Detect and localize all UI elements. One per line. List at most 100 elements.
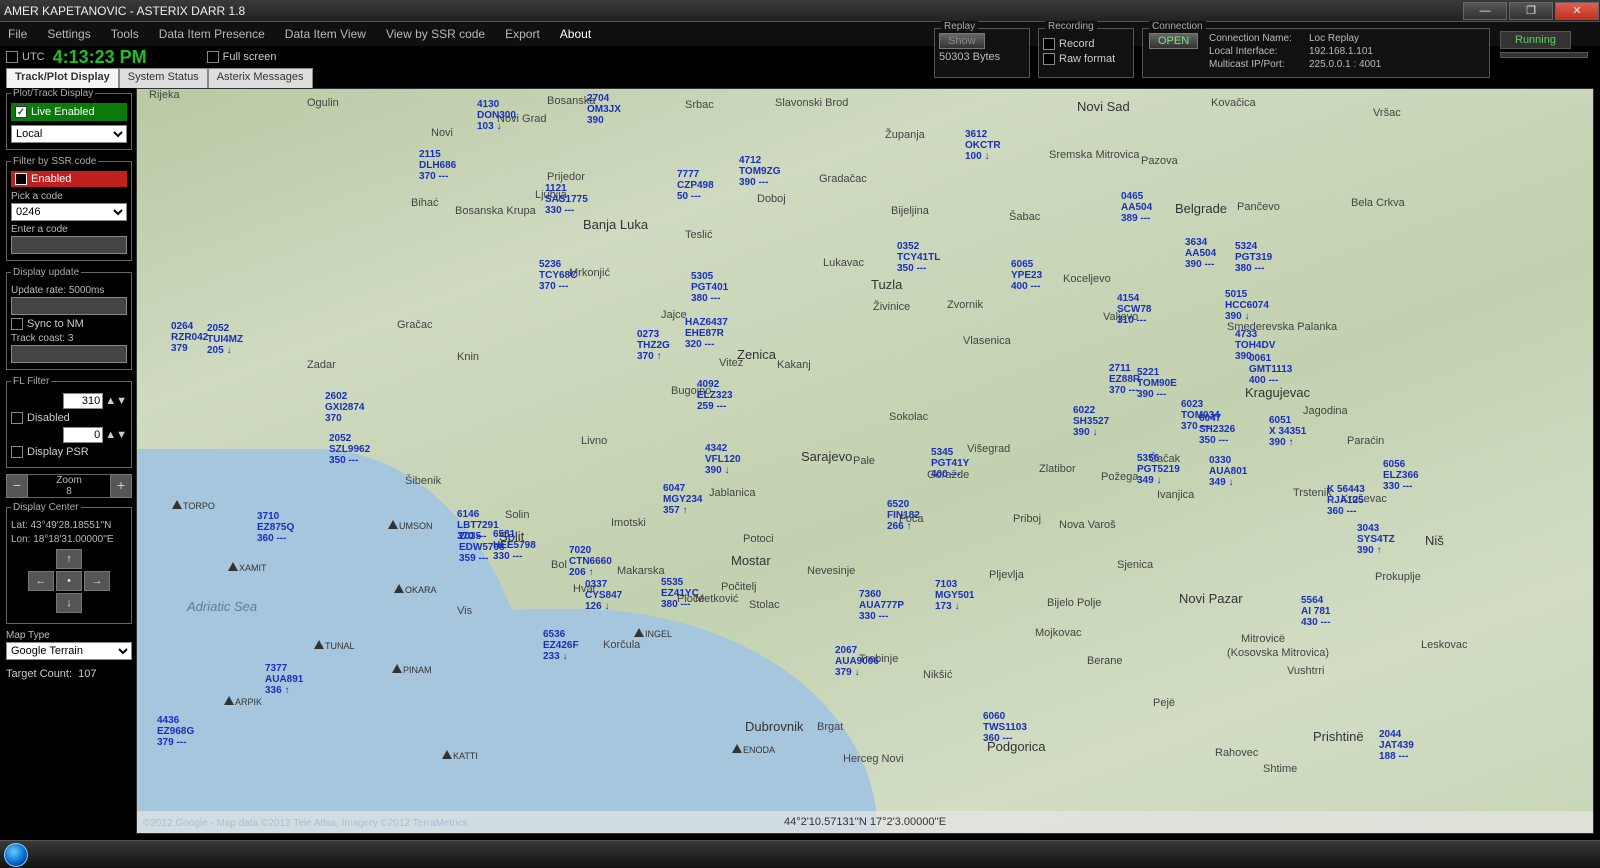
tab-asterix-messages[interactable]: Asterix Messages [208,68,313,88]
track-label[interactable]: 7377AUA891336 ↑ [265,663,303,696]
ssr-enabled-checkbox[interactable] [15,173,27,185]
start-orb-icon[interactable] [4,843,28,867]
display-psr-checkbox[interactable] [11,446,23,458]
map-canvas[interactable]: Adriatic Sea RijekaOgulinNovi GradBosans… [136,88,1594,834]
track-label[interactable]: 6520FIN182266 ↑ [887,499,920,532]
menu-tools[interactable]: Tools [111,27,139,41]
track-label[interactable]: 1121SAS1775330 --- [545,183,588,216]
track-label[interactable]: 6581HEE5798330 --- [493,529,536,562]
track-label[interactable]: 3634AA504390 --- [1185,237,1216,270]
fullscreen-checkbox[interactable] [207,51,219,63]
menu-file[interactable]: File [8,27,27,41]
track-label[interactable]: HAZ6437EHE87R320 --- [685,317,728,350]
close-button[interactable]: ✕ [1555,2,1599,20]
city-label: Metković [695,593,738,605]
track-label[interactable]: 2602GXI2874370 [325,391,364,424]
tab-track-plot[interactable]: Track/Plot Display [6,68,119,88]
open-button[interactable]: OPEN [1149,33,1198,49]
track-label[interactable]: 5535EZ41YC380 --- [661,577,699,610]
track-label[interactable]: 0061GMT1113400 --- [1249,353,1292,386]
track-label[interactable]: 7020CTN6660206 ↑ [569,545,612,578]
track-label[interactable]: 7103MGY501173 ↓ [935,579,974,612]
track-label[interactable]: 4130DON300103 ↓ [477,99,516,132]
menu-export[interactable]: Export [505,27,540,41]
track-label[interactable]: 3043SYS4TZ390 ↑ [1357,523,1395,556]
track-label[interactable]: 3710EZ875Q360 --- [257,511,294,544]
track-label[interactable]: 0337CYS847126 ↓ [585,579,622,612]
live-enabled-row[interactable]: ✓ Live Enabled [11,103,127,121]
track-label[interactable]: 4436EZ968G379 --- [157,715,194,748]
zoom-out-button[interactable]: − [6,474,28,498]
track-label[interactable]: 5345PGT41Y400 --- [931,447,969,480]
update-rate-input[interactable] [11,297,127,315]
track-label[interactable]: 6060TWS1103360 --- [983,711,1027,744]
source-select[interactable]: Local [11,125,127,143]
fl-high-input[interactable] [63,393,103,409]
track-label[interactable]: 6047MGY234357 ↑ [663,483,702,516]
track-label[interactable]: 2704OM3JX390 [587,93,621,126]
track-label[interactable]: 6022SH3527390 ↓ [1073,405,1109,438]
track-label[interactable]: 5221TOM90E390 --- [1137,367,1177,400]
menu-view-ssr[interactable]: View by SSR code [386,27,485,41]
track-label[interactable]: 5305PGT401380 --- [691,271,728,304]
fl-low-input[interactable] [63,427,103,443]
track-label[interactable]: 2044JAT439188 --- [1379,729,1414,762]
ssr-pick-label: Pick a code [11,191,127,202]
track-label[interactable]: 2711EZ88R370 --- [1109,363,1140,396]
rawformat-checkbox[interactable] [1043,53,1055,65]
track-label[interactable]: K 56443RJA125360 --- [1327,484,1365,517]
nav-down-button[interactable]: ↓ [56,593,82,613]
track-label[interactable]: 4092ELZ323259 --- [697,379,733,412]
track-label[interactable]: 0273THZ2G370 ↑ [637,329,670,362]
fl-disabled-checkbox[interactable] [11,412,23,424]
ssr-code-input[interactable] [11,236,127,254]
track-label[interactable]: 6047SH2326350 --- [1199,413,1235,446]
track-label[interactable]: 2115DLH686370 --- [419,149,456,182]
tab-system-status[interactable]: System Status [119,68,208,88]
minimize-button[interactable]: — [1463,2,1507,20]
nav-up-button[interactable]: ↑ [56,549,82,569]
track-label[interactable]: 6065YPE23400 --- [1011,259,1042,292]
track-label[interactable]: 2052SZL9962350 --- [329,433,370,466]
track-label[interactable]: 6536EZ426F233 ↓ [543,629,579,662]
ssr-code-select[interactable]: 0246 [11,203,127,221]
track-label[interactable]: 4154SCW78310 --- [1117,293,1151,326]
track-label[interactable]: 0465AA504389 --- [1121,191,1152,224]
record-checkbox[interactable] [1043,38,1055,50]
track-label[interactable]: 5564AI 781430 --- [1301,595,1330,628]
track-label[interactable]: 7777CZP49850 --- [677,169,714,202]
track-label[interactable]: 4712TOM9ZG390 --- [739,155,780,188]
ssr-enabled-row[interactable]: Enabled [11,171,127,187]
track-label[interactable]: 0352TCY41TL350 --- [897,241,940,274]
track-label[interactable]: 3612OKCTR100 ↓ [965,129,1001,162]
track-coast-input[interactable] [11,345,127,363]
utc-checkbox[interactable] [6,51,18,63]
track-label[interactable]: 5015HCC6074390 ↓ [1225,289,1269,322]
track-label[interactable]: 2067AUA9006379 ↓ [835,645,879,678]
city-label: Dubrovnik [745,719,804,734]
nav-center-button[interactable]: • [56,571,82,591]
nav-left-button[interactable]: ← [28,571,54,591]
menu-data-item-presence[interactable]: Data Item Presence [159,27,265,41]
maximize-button[interactable]: ❐ [1509,2,1553,20]
track-label[interactable]: 4342VFL120390 ↓ [705,443,741,476]
maptype-select[interactable]: Google Terrain [6,642,132,660]
menu-about[interactable]: About [560,27,591,41]
city-label: Berane [1087,655,1122,667]
track-label[interactable]: 5324PGT319380 --- [1235,241,1272,274]
replay-show-button[interactable]: Show [939,33,985,49]
zoom-in-button[interactable]: + [110,474,132,498]
track-label[interactable]: 5356PGT5219349 ↓ [1137,453,1180,486]
track-label[interactable]: 6056ELZ366330 --- [1383,459,1419,492]
menu-data-item-view[interactable]: Data Item View [285,27,366,41]
track-label[interactable]: 0264RZR042379 [171,321,208,354]
track-label[interactable]: 5236TCY68C370 --- [539,259,577,292]
menu-settings[interactable]: Settings [47,27,90,41]
track-label[interactable]: 6051X 34351390 ↑ [1269,415,1306,448]
taskbar[interactable] [0,840,1600,868]
sync-nm-checkbox[interactable] [11,318,23,330]
track-label[interactable]: 0330AUA801349 ↓ [1209,455,1247,488]
track-label[interactable]: 2052TUI4MZ205 ↓ [207,323,243,356]
track-label[interactable]: 7360AUA777P330 --- [859,589,904,622]
nav-right-button[interactable]: → [84,571,110,591]
